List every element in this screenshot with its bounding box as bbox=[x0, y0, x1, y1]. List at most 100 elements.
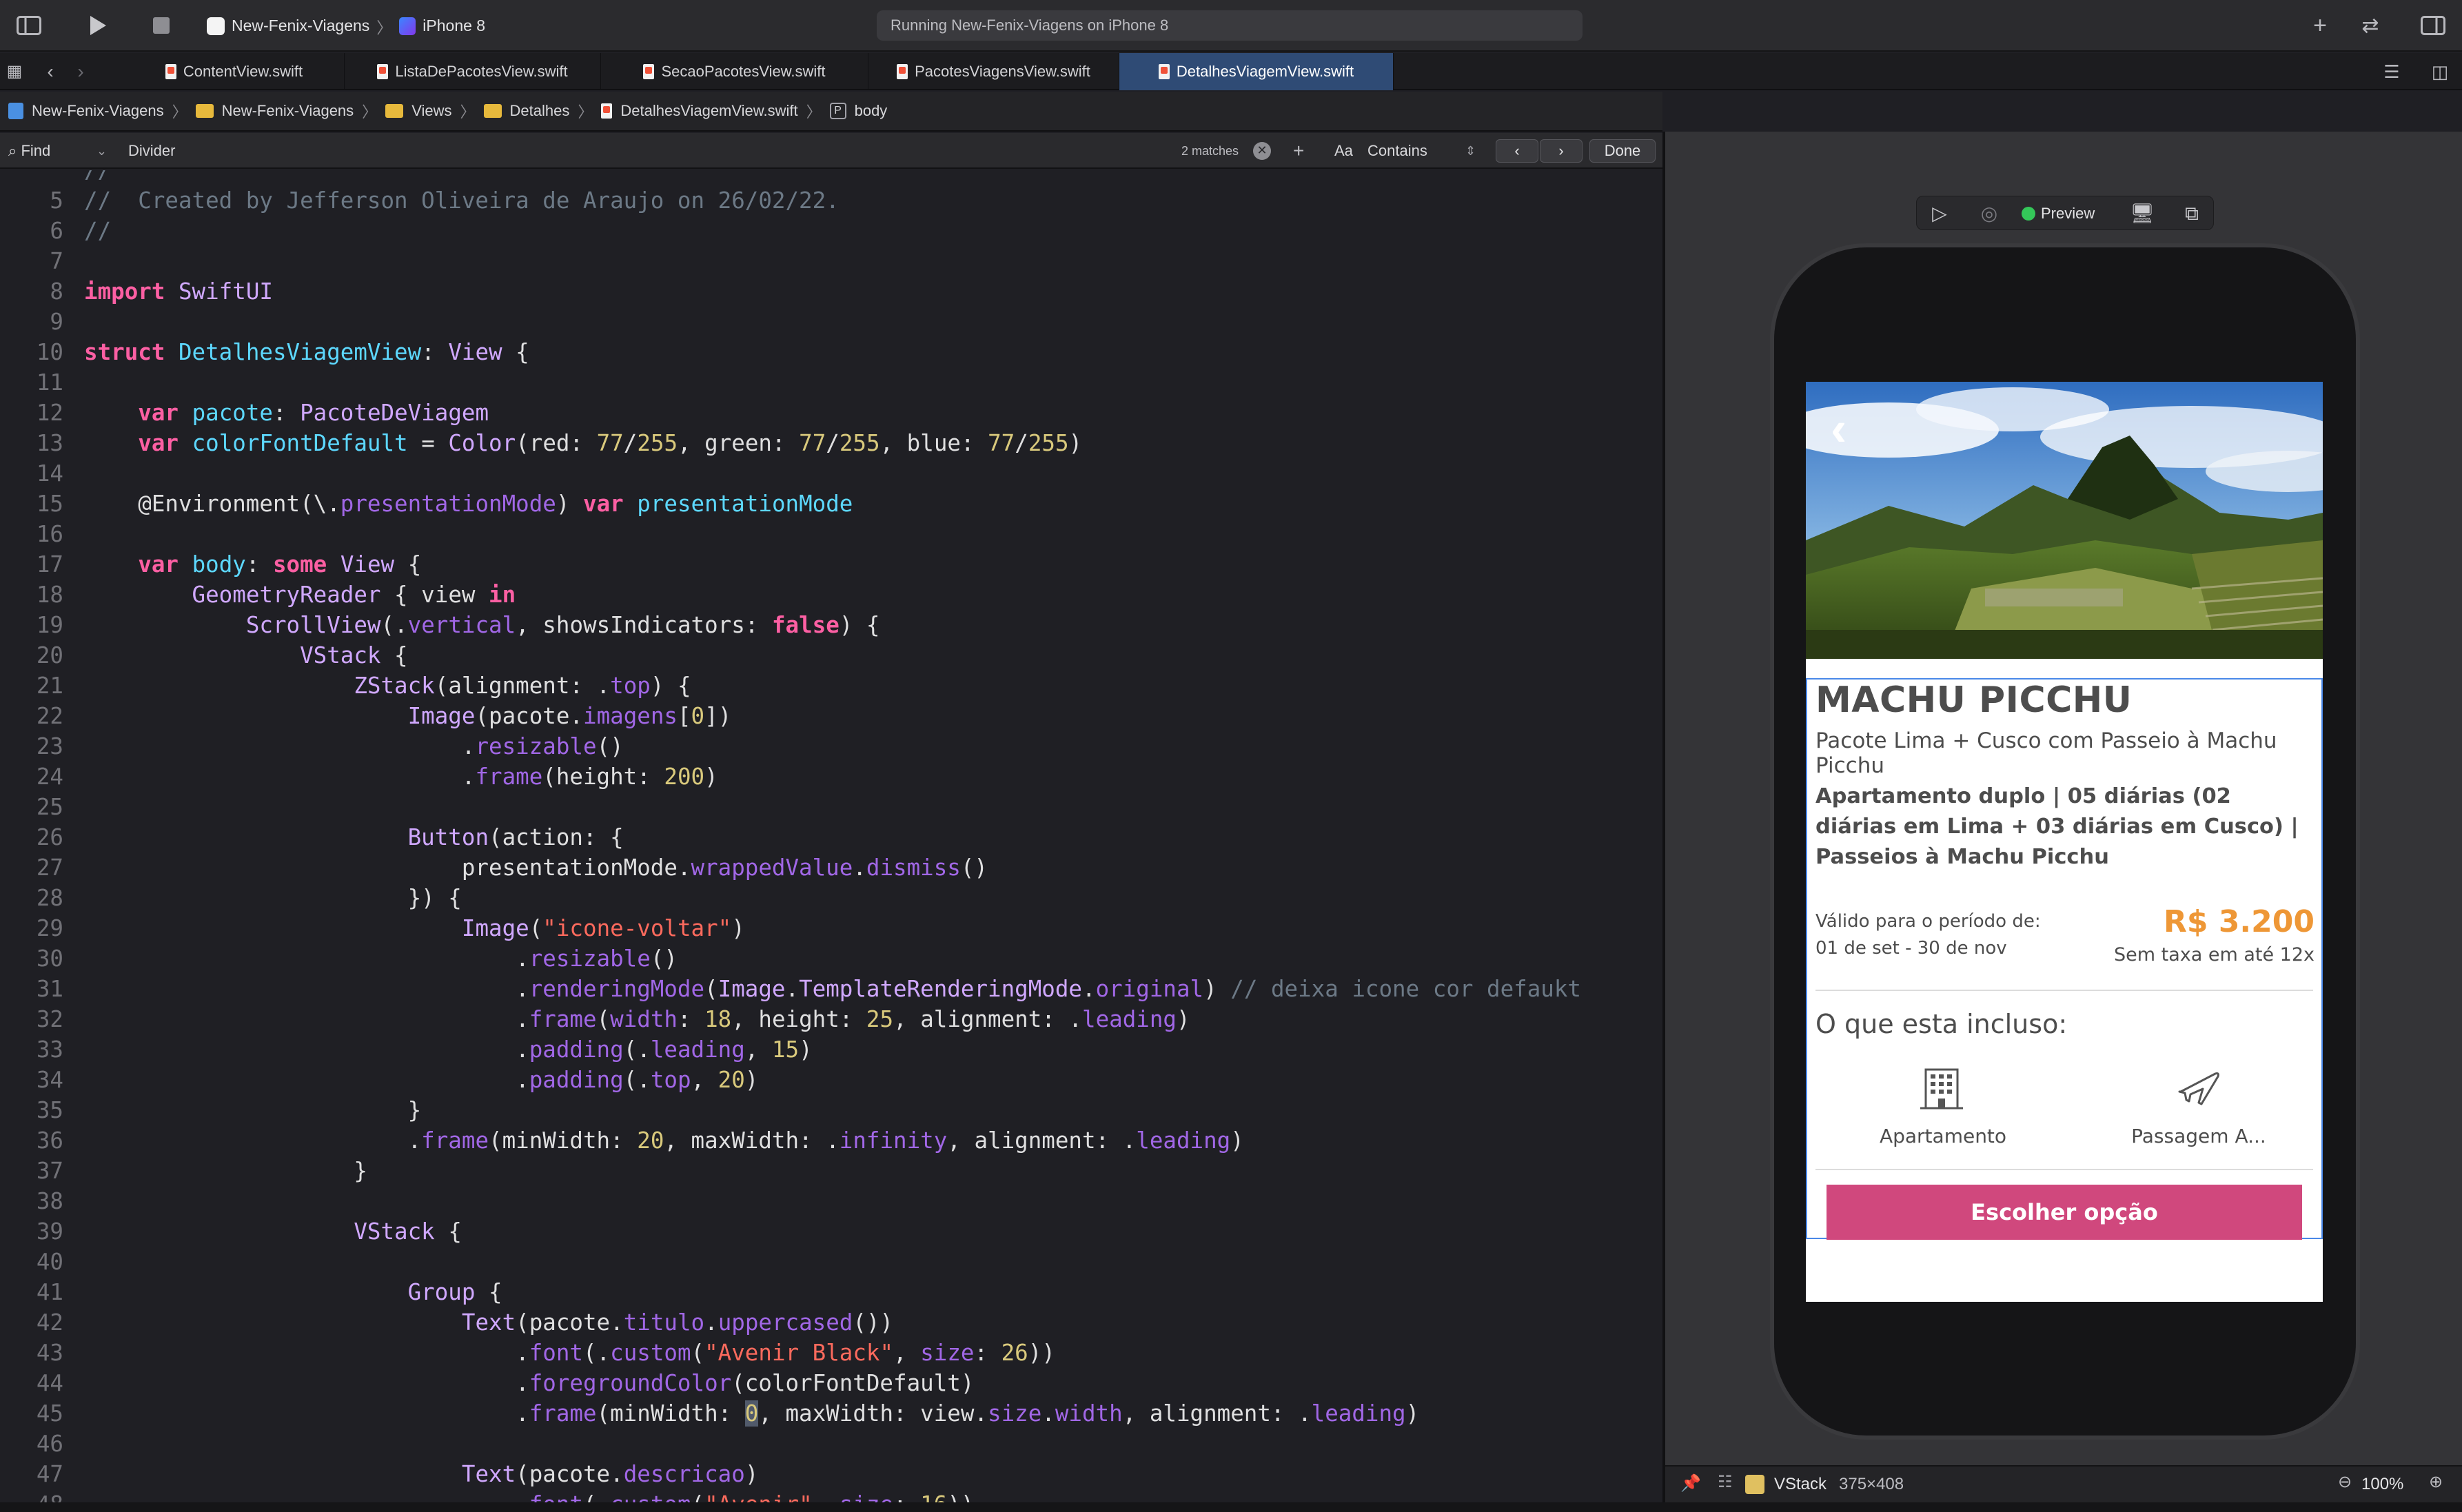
code-text: .frame(height: 200) bbox=[84, 764, 718, 790]
line-number: 9 bbox=[50, 309, 63, 335]
line-number: 8 bbox=[50, 278, 63, 305]
line-number: 28 bbox=[36, 885, 63, 911]
back-button[interactable]: ‹ bbox=[1831, 405, 1858, 453]
breadcrumb-item[interactable]: DetalhesViagemView.swift bbox=[620, 102, 797, 120]
code-text: var body: some View { bbox=[138, 551, 422, 578]
line-number: 32 bbox=[36, 1006, 63, 1032]
stop-button[interactable] bbox=[147, 0, 175, 53]
line-number: 29 bbox=[36, 915, 63, 941]
tab-label: DetalhesViagemView.swift bbox=[1176, 63, 1354, 80]
code-text: // bbox=[84, 218, 112, 244]
match-type-selector[interactable]: Contains bbox=[1367, 133, 1427, 169]
code-text: ZStack(alignment: .top) { bbox=[354, 673, 691, 699]
code-line: 24 .frame(height: 200) bbox=[0, 762, 1662, 792]
forward-nav-icon[interactable]: › bbox=[70, 53, 91, 90]
airplane-icon bbox=[2174, 1064, 2222, 1112]
run-button[interactable] bbox=[84, 0, 112, 55]
choose-option-button[interactable]: Escolher opção bbox=[1827, 1185, 2302, 1240]
line-number: 14 bbox=[36, 460, 63, 487]
tab-detalhesviagemview[interactable]: DetalhesViagemView.swift bbox=[1119, 53, 1394, 90]
source-editor[interactable]: // 5 // Created by Jefferson Oliveira de … bbox=[0, 170, 1662, 1512]
line-number: 30 bbox=[36, 946, 63, 972]
swift-file-icon bbox=[165, 64, 176, 79]
preview-mode-button[interactable]: Preview bbox=[2022, 196, 2095, 231]
code-text: presentationMode.wrappedValue.dismiss() bbox=[84, 855, 988, 881]
find-mode-selector[interactable]: ⌕ Find bbox=[8, 133, 50, 169]
chevron-right-icon: 〉 bbox=[362, 103, 378, 121]
editor-options-icon[interactable]: ☰ bbox=[2378, 53, 2405, 90]
split-editor-icon[interactable]: ◫ bbox=[2426, 53, 2454, 90]
magnifier-icon: ⌕ bbox=[8, 142, 17, 159]
inspector-toggle-icon[interactable] bbox=[2418, 0, 2448, 54]
line-number: 43 bbox=[36, 1340, 63, 1366]
zoom-level[interactable]: 100% bbox=[2361, 1475, 2403, 1494]
tab-secaopacotesview[interactable]: SecaoPacotesView.swift bbox=[601, 53, 868, 90]
swift-file-icon bbox=[897, 64, 908, 79]
grid-icon[interactable]: ▦ bbox=[4, 53, 25, 90]
destination-description: Pacote Lima + Cusco com Passeio à Machu … bbox=[1815, 728, 2277, 778]
selectable-mode-icon[interactable]: ◎ bbox=[1976, 201, 2002, 227]
code-line: 33 .padding(.leading, 15) bbox=[0, 1034, 1662, 1065]
breadcrumb-item[interactable]: Views bbox=[411, 102, 451, 120]
scheme-selector[interactable]: New-Fenix-Viagens 〉 iPhone 8 bbox=[207, 0, 485, 52]
code-text: struct DetalhesViagemView: View { bbox=[84, 339, 529, 365]
case-sensitivity-toggle[interactable]: Aa bbox=[1334, 133, 1353, 169]
variants-icon[interactable]: ☷ bbox=[1718, 1472, 1733, 1492]
tab-contentview[interactable]: ContentView.swift bbox=[124, 53, 345, 90]
sidebar-toggle-icon[interactable] bbox=[14, 0, 44, 54]
tab-pacotesviagensview[interactable]: PacotesViagensView.swift bbox=[868, 53, 1119, 90]
selection-name: VStack bbox=[1774, 1475, 1827, 1493]
next-match-button[interactable]: › bbox=[1540, 139, 1583, 163]
back-nav-icon[interactable]: ‹ bbox=[40, 53, 61, 90]
line-number: 7 bbox=[50, 248, 63, 274]
code-line: 28 }) { bbox=[0, 883, 1662, 913]
line-number: 47 bbox=[36, 1461, 63, 1487]
zoom-out-icon[interactable]: ⊖ bbox=[2338, 1472, 2352, 1492]
pin-icon[interactable]: 📌 bbox=[1680, 1473, 1701, 1493]
code-text: GeometryReader { view in bbox=[192, 582, 516, 608]
swift-file-icon bbox=[377, 64, 389, 79]
breadcrumb-item[interactable]: New-Fenix-Viagens bbox=[32, 102, 164, 120]
breadcrumb-item[interactable]: Detalhes bbox=[510, 102, 570, 120]
code-line: 39 VStack { bbox=[0, 1216, 1662, 1247]
code-line: 36 .frame(minWidth: 20, maxWidth: .infin… bbox=[0, 1125, 1662, 1156]
code-text: ScrollView(.vertical, showsIndicators: f… bbox=[245, 612, 880, 638]
breadcrumb-item[interactable]: New-Fenix-Viagens bbox=[222, 102, 354, 120]
chevron-down-icon[interactable]: ⌄ bbox=[96, 133, 107, 169]
machu-picchu-image bbox=[1806, 382, 2323, 659]
breadcrumb-item[interactable]: body bbox=[855, 102, 888, 120]
previous-match-button[interactable]: ‹ bbox=[1496, 139, 1538, 163]
line-number: 44 bbox=[36, 1370, 63, 1396]
add-library-icon[interactable]: + bbox=[2306, 0, 2334, 52]
line-number: 37 bbox=[36, 1158, 63, 1184]
code-line: 43 .font(.custom("Avenir Black", size: 2… bbox=[0, 1338, 1662, 1368]
code-line: 16 bbox=[0, 519, 1662, 549]
selection-size: 375×408 bbox=[1839, 1475, 1904, 1493]
code-line: 30 .resizable() bbox=[0, 943, 1662, 974]
duplicate-preview-icon[interactable]: ⧉ bbox=[2179, 201, 2205, 227]
code-line: 14 bbox=[0, 458, 1662, 489]
code-text: .resizable() bbox=[84, 733, 624, 759]
find-query-input[interactable]: Divider bbox=[128, 133, 1176, 169]
done-button[interactable]: Done bbox=[1589, 139, 1656, 163]
line-number: 16 bbox=[36, 521, 63, 547]
tab-label: SecaoPacotesView.swift bbox=[661, 63, 826, 80]
line-number: 5 bbox=[50, 187, 63, 214]
match-count: 2 matches bbox=[1181, 144, 1239, 158]
code-line: 38 bbox=[0, 1186, 1662, 1216]
line-number: 27 bbox=[36, 855, 63, 881]
code-review-icon[interactable]: ⇄ bbox=[2353, 0, 2388, 52]
add-pattern-icon[interactable]: + bbox=[1293, 133, 1304, 169]
live-preview-icon[interactable]: ▷ bbox=[1926, 201, 1953, 227]
tab-listadepacotesview[interactable]: ListaDePacotesView.swift bbox=[345, 53, 601, 90]
package-details: Apartamento duplo | 05 diárias (02 diári… bbox=[1815, 784, 2299, 869]
project-icon bbox=[8, 103, 23, 119]
installment-note: Sem taxa em até 12x bbox=[2113, 944, 2315, 966]
zoom-in-icon[interactable]: ⊕ bbox=[2429, 1472, 2443, 1492]
destination-photo: ‹ bbox=[1806, 382, 2323, 659]
clear-search-icon[interactable]: ✕ bbox=[1253, 142, 1271, 160]
line-number: 21 bbox=[36, 673, 63, 699]
chevron-right-icon: 〉 bbox=[578, 103, 593, 121]
line-number: 12 bbox=[36, 400, 63, 426]
device-settings-icon[interactable]: 🖥 bbox=[2129, 201, 2155, 227]
